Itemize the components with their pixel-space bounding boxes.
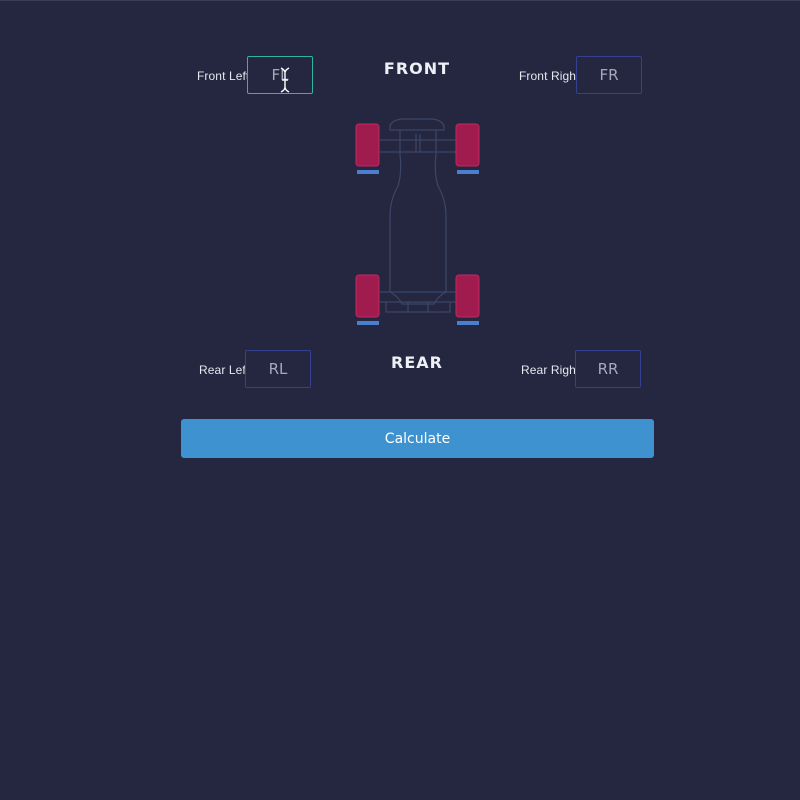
front-right-tire bbox=[455, 123, 480, 167]
front-left-tire bbox=[355, 123, 380, 167]
rear-right-tire bbox=[455, 274, 480, 318]
front-right-marker bbox=[457, 170, 479, 174]
rear-right-label: Rear Right bbox=[521, 363, 580, 377]
front-left-marker bbox=[357, 170, 379, 174]
car-top-view-icon bbox=[355, 118, 480, 325]
front-axle-title: FRONT bbox=[383, 59, 451, 78]
front-axle bbox=[380, 139, 456, 153]
rear-right-input[interactable] bbox=[575, 350, 641, 388]
front-right-label: Front Right bbox=[519, 69, 580, 83]
rear-right-marker bbox=[457, 321, 479, 325]
front-wing bbox=[389, 118, 445, 131]
rear-axle bbox=[380, 291, 456, 303]
rear-axle-title: REAR bbox=[391, 353, 443, 372]
rear-left-marker bbox=[357, 321, 379, 325]
rear-left-input[interactable] bbox=[245, 350, 311, 388]
cockpit bbox=[415, 134, 421, 152]
calculate-button[interactable]: Calculate bbox=[181, 419, 654, 458]
front-right-input[interactable] bbox=[576, 56, 642, 94]
top-border bbox=[0, 0, 800, 1]
wheel-alignment-app: Front Left FRONT Front Right bbox=[0, 0, 800, 800]
chassis-body bbox=[389, 130, 447, 305]
text-cursor-icon bbox=[280, 67, 290, 93]
rear-left-tire bbox=[355, 274, 380, 318]
front-left-label: Front Left bbox=[197, 69, 250, 83]
rear-left-label: Rear Left bbox=[199, 363, 250, 377]
